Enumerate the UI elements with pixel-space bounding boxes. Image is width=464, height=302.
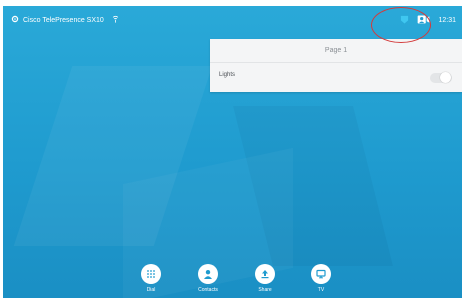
device-info[interactable]: Cisco TelePresence SX10 [11, 15, 119, 25]
panel-page-title: Page 1 [324, 47, 348, 54]
contacts-button[interactable]: Contacts [188, 264, 228, 293]
tv-label: TV [317, 287, 325, 293]
tv-button[interactable]: TV [301, 264, 341, 293]
bottom-dock: Dial Contacts Share TV [3, 264, 462, 298]
contacts-label: Contacts [198, 287, 218, 293]
share-label: Share [258, 287, 272, 293]
dialpad-icon [141, 264, 161, 284]
annotation-circle [371, 7, 431, 43]
dial-label: Dial [146, 287, 156, 293]
lights-toggle[interactable] [430, 72, 452, 83]
share-upload-icon [255, 264, 275, 284]
lights-label: Lights [219, 72, 236, 78]
panel-divider [210, 62, 462, 63]
dial-button[interactable]: Dial [131, 264, 171, 293]
toggle-knob [440, 72, 451, 83]
person-icon [198, 264, 218, 284]
monitor-icon [311, 264, 331, 284]
device-name: Cisco TelePresence SX10 [23, 16, 104, 24]
share-button[interactable]: Share [245, 264, 285, 293]
clock: 12:31 [438, 17, 456, 24]
gear-icon [11, 15, 19, 25]
wifi-icon [112, 15, 119, 25]
control-panel: Page 1 Lights [210, 39, 462, 92]
touch-screen: Cisco TelePresence SX10 12:31 Page 1 Lig… [3, 6, 462, 298]
